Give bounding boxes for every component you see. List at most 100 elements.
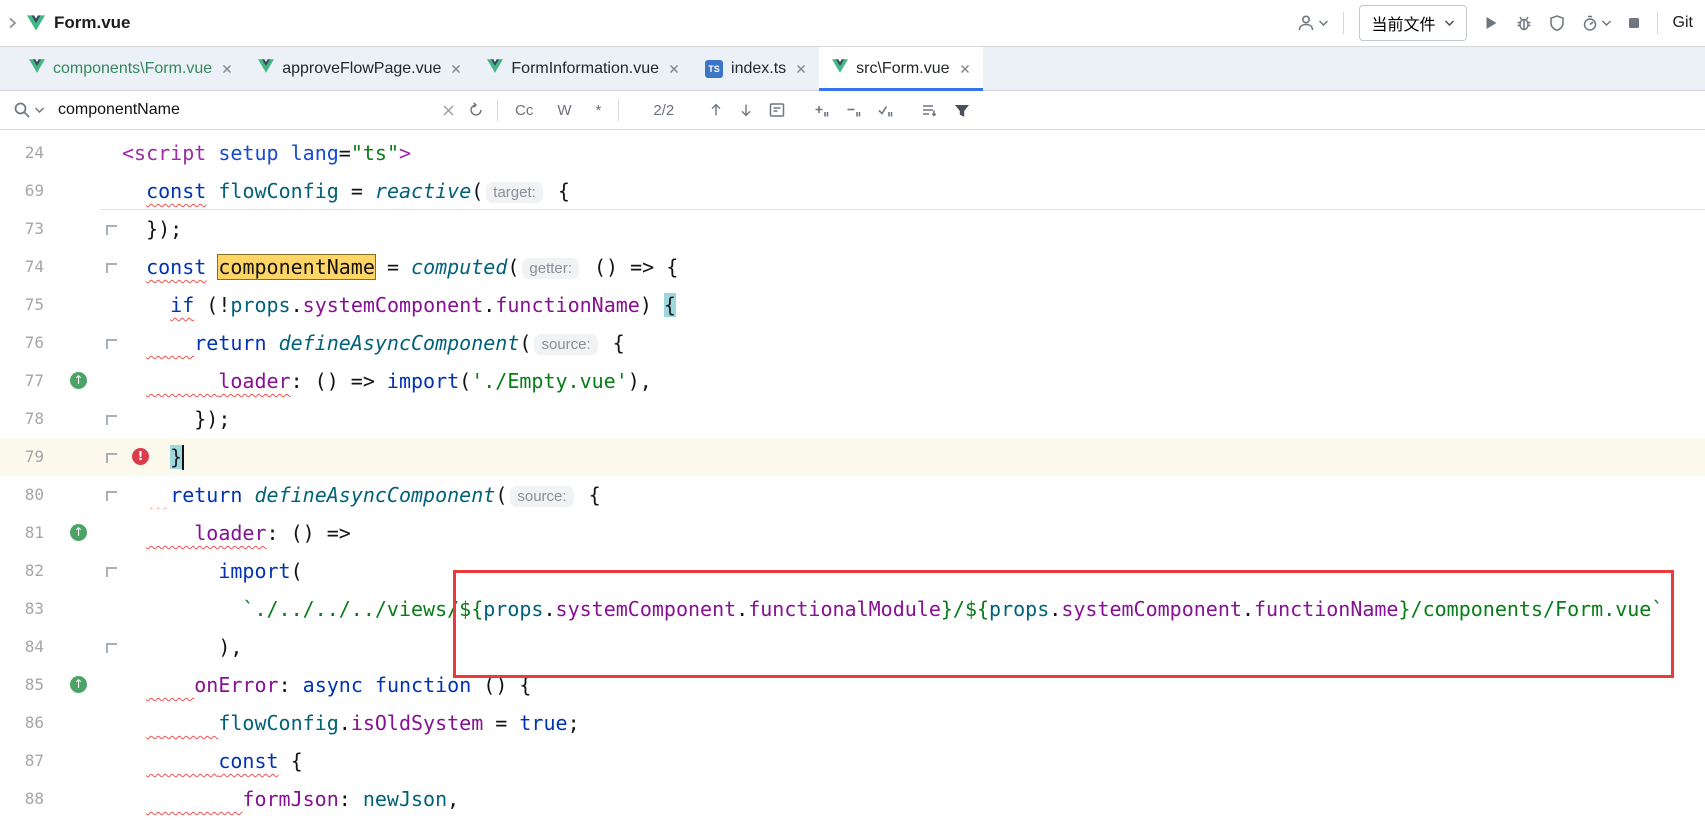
close-tab-icon[interactable] [451,64,461,74]
debug-button[interactable] [1515,14,1533,32]
close-tab-icon[interactable] [669,64,679,74]
code-line[interactable]: 24<script setup lang="ts"> [0,134,1705,172]
code-token: } [1398,597,1410,621]
green-up-arrow-gutter-icon[interactable]: ↑ [70,676,87,693]
code-line[interactable]: 81↑ loader: () => [0,514,1705,552]
code-content[interactable]: formJson: newJson, [122,780,459,818]
remove-occurrence-button[interactable] [844,101,862,119]
code-content[interactable]: flowConfig.isOldSystem = true; [122,704,580,742]
fold-marker-icon[interactable] [106,453,117,463]
code-content[interactable]: const { [122,742,303,780]
code-content[interactable]: <script setup lang="ts"> [122,134,411,172]
code-line[interactable]: 87 const { [0,742,1705,780]
tab-src-form-vue[interactable]: src\Form.vue [819,47,982,90]
code-token [267,331,279,355]
user-account-icon[interactable] [1296,13,1328,33]
code-content[interactable]: onError: async function () { [122,666,531,704]
fold-marker-icon[interactable] [106,263,117,273]
code-line[interactable]: 77↑ loader: () => import('./Empty.vue'), [0,362,1705,400]
fold-marker-icon[interactable] [106,339,117,349]
code-line[interactable]: 80 return defineAsyncComponent(source: { [0,476,1705,514]
tab-forminformation-vue[interactable]: FormInformation.vue [474,47,692,90]
code-line[interactable]: 75 if (!props.systemComponent.functionNa… [0,286,1705,324]
code-content[interactable]: } [122,438,184,476]
stop-button[interactable] [1626,15,1642,31]
code-token [279,141,291,165]
line-number: 78 [8,400,44,438]
code-line[interactable]: 79! } [0,438,1705,476]
code-line[interactable]: 83 `./../../../views/${props.systemCompo… [0,590,1705,628]
code-line[interactable]: 73 }); [0,210,1705,248]
select-all-occurrences-button[interactable] [876,101,894,119]
whole-words-toggle[interactable]: W [552,100,576,121]
green-up-arrow-gutter-icon[interactable]: ↑ [70,372,87,389]
code-content[interactable]: const flowConfig = reactive(target: { [122,172,570,210]
code-token [122,711,146,735]
vue-file-icon [258,59,274,78]
code-line[interactable]: 78 }); [0,400,1705,438]
add-occurrence-button[interactable] [812,101,830,119]
previous-match-button[interactable] [708,102,724,118]
code-line[interactable]: 74 const componentName = computed(getter… [0,248,1705,286]
fold-marker-icon[interactable] [106,491,117,501]
line-number: 69 [8,172,44,210]
code-content[interactable]: const componentName = computed(getter: (… [122,248,678,286]
code-line[interactable]: 76 return defineAsyncComponent(source: { [0,324,1705,362]
next-match-button[interactable] [738,102,754,118]
code-token: return [194,331,266,355]
run-config-selector[interactable]: 当前文件 [1359,5,1467,41]
code-token: : () => [267,521,351,545]
code-content[interactable]: return defineAsyncComponent(source: { [122,324,625,362]
tab-index-ts[interactable]: TS index.ts [692,47,819,90]
run-button[interactable] [1482,14,1500,32]
view-options-button[interactable] [920,101,938,119]
code-content[interactable]: loader: () => import('./Empty.vue'), [122,362,652,400]
close-tab-icon[interactable] [796,64,806,74]
code-token: systemComponent [1061,597,1242,621]
code-token: }); [122,217,182,241]
code-content[interactable]: return defineAsyncComponent(source: { [122,476,601,514]
code-line[interactable]: 82 import( [0,552,1705,590]
fold-marker-icon[interactable] [106,225,117,235]
code-content[interactable]: if (!props.systemComponent.functionName)… [122,286,676,324]
git-menu[interactable]: Git [1673,14,1693,32]
code-content[interactable]: loader: () => [122,514,351,552]
code-token: . [1242,597,1254,621]
code-content[interactable]: ), [122,628,242,666]
fold-marker-icon[interactable] [106,415,117,425]
code-token: }); [122,407,230,431]
clear-search-icon[interactable] [442,104,455,117]
code-line[interactable]: 84 ), [0,628,1705,666]
code-content[interactable]: `./../../../views/${props.systemComponen… [122,590,1663,628]
fold-marker-icon[interactable] [106,643,117,653]
code-token [122,483,146,507]
code-content[interactable]: import( [122,552,303,590]
code-line[interactable]: 88 formJson: newJson, [0,780,1705,818]
match-case-toggle[interactable]: Cc [510,100,538,121]
fold-marker-icon[interactable] [106,567,117,577]
vue-logo-icon [27,15,45,31]
find-input[interactable] [56,100,430,120]
vue-file-icon [832,59,848,78]
search-icon[interactable] [12,100,44,120]
code-line[interactable]: 69 const flowConfig = reactive(target: { [0,172,1705,210]
tab-components-form-vue[interactable]: components\Form.vue [16,47,245,90]
code-line[interactable]: 86 flowConfig.isOldSystem = true; [0,704,1705,742]
code-line[interactable]: 85↑ onError: async function () { [0,666,1705,704]
code-content[interactable]: }); [122,400,230,438]
green-up-arrow-gutter-icon[interactable]: ↑ [70,524,87,541]
coverage-button[interactable] [1548,14,1566,32]
code-token: ( [495,483,507,507]
open-in-find-window-button[interactable] [768,101,786,119]
chevron-right-icon[interactable] [6,16,18,30]
filter-button[interactable] [952,101,970,119]
regex-toggle[interactable]: * [591,100,607,121]
tab-approveflowpage-vue[interactable]: approveFlowPage.vue [245,47,474,90]
line-number: 76 [8,324,44,362]
code-content[interactable]: }); [122,210,182,248]
close-tab-icon[interactable] [960,64,970,74]
profiler-button[interactable] [1581,14,1611,32]
close-tab-icon[interactable] [222,64,232,74]
search-history-icon[interactable] [467,101,485,119]
code-token: computed [411,255,507,279]
